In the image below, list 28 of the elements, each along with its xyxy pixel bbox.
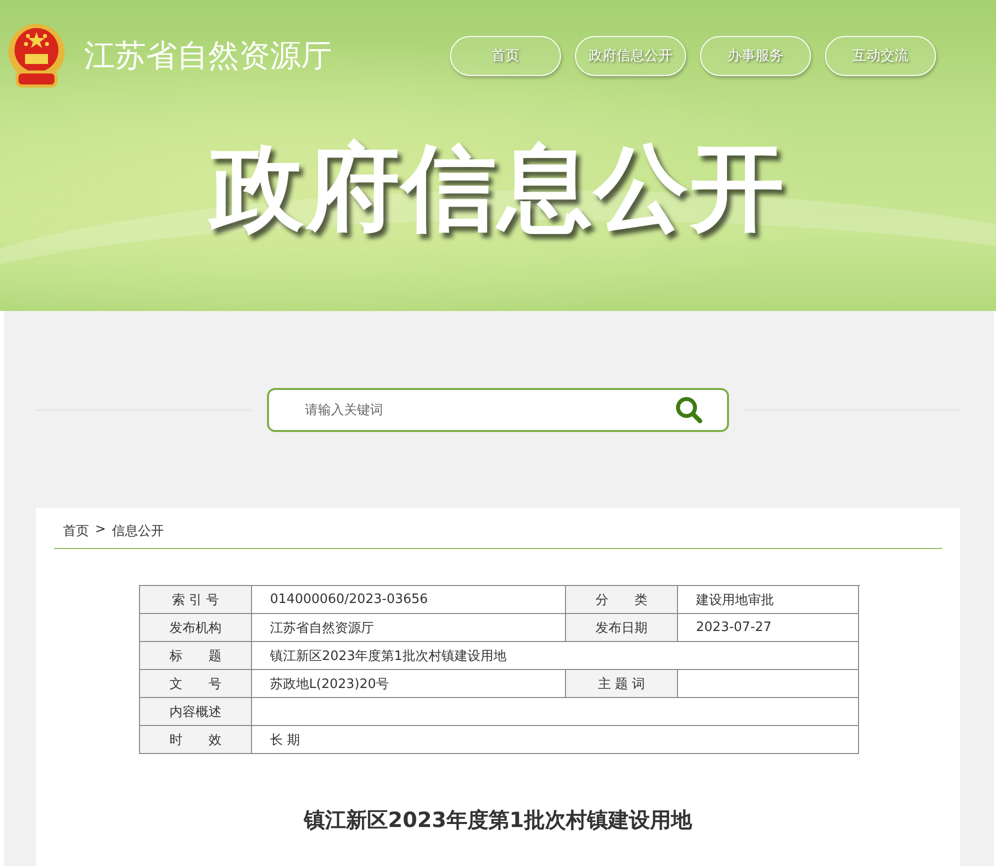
search-icon[interactable] <box>675 396 703 424</box>
table-cell: 苏政地L(2023)20号 <box>252 670 566 698</box>
table-label-cell: 主 题 词 <box>566 670 678 698</box>
table-label-cell: 索 引 号 <box>140 586 252 614</box>
article-title: 镇江新区2023年度第1批次村镇建设用地 <box>304 807 692 834</box>
table-cell: 建设用地审批 <box>678 586 859 614</box>
nav-button[interactable]: 办事服务 <box>700 36 811 76</box>
breadcrumb-separator: > <box>95 522 106 539</box>
site-title: 江苏省自然资源厅 <box>84 37 333 76</box>
table-cell: 长 期 <box>252 726 859 754</box>
table-label-cell: 标 题 <box>140 642 252 670</box>
search-field[interactable]: 请输入关键词 <box>303 402 675 418</box>
nav-button[interactable]: 互动交流 <box>825 36 936 76</box>
table-cell: 014000060/2023-03656 <box>252 586 566 614</box>
nav-button[interactable]: 政府信息公开 <box>575 36 686 76</box>
table-label-cell: 发布日期 <box>566 614 678 642</box>
breadcrumb-link[interactable]: 信息公开 <box>112 522 164 540</box>
search-bar[interactable]: 请输入关键词 <box>267 388 729 432</box>
table-label-cell: 时 效 <box>140 726 252 754</box>
table-cell: 江苏省自然资源厅 <box>252 614 566 642</box>
breadcrumb-link[interactable]: 首页 <box>63 522 89 540</box>
nav-button[interactable]: 首页 <box>450 36 561 76</box>
table-label-cell: 文 号 <box>140 670 252 698</box>
banner-title: 政府信息公开 <box>210 134 786 244</box>
table-label-cell: 内容概述 <box>140 698 252 726</box>
table-label-cell: 发布机构 <box>140 614 252 642</box>
table-cell: 2023-07-27 <box>678 614 859 642</box>
table-label-cell: 分 类 <box>566 586 678 614</box>
